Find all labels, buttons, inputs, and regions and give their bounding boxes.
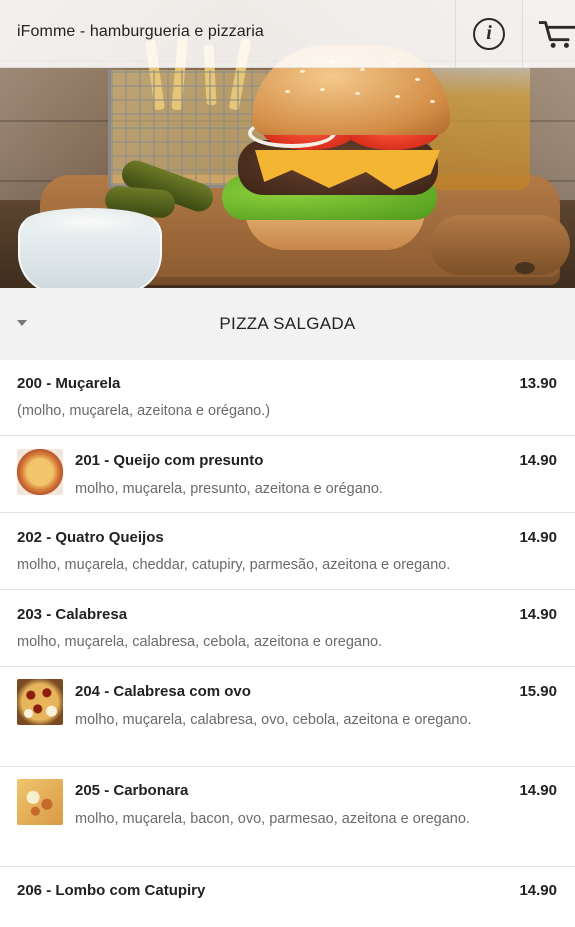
item-title: 206 - Lombo com Catupiry xyxy=(17,882,206,899)
item-description: (molho, muçarela, azeitona e orégano.) xyxy=(17,403,271,419)
menu-item[interactable]: 204 - Calabresa com ovo 15.90 molho, muç… xyxy=(0,667,575,767)
item-price: 14.90 xyxy=(519,782,557,799)
item-title: 202 - Quatro Queijos xyxy=(17,529,164,546)
item-description: molho, muçarela, calabresa, ovo, cebola,… xyxy=(75,712,472,728)
item-price: 13.90 xyxy=(519,375,557,392)
item-title: 203 - Calabresa xyxy=(17,606,128,623)
item-price: 14.90 xyxy=(519,529,557,546)
cart-button[interactable] xyxy=(523,0,575,67)
menu-item[interactable]: 205 - Carbonara 14.90 molho, muçarela, b… xyxy=(0,767,575,867)
pizza-thumbnail xyxy=(17,449,63,495)
category-header[interactable]: PIZZA SALGADA xyxy=(0,288,575,360)
menu-item[interactable]: 201 - Queijo com presunto 14.90 molho, m… xyxy=(0,436,575,513)
item-title: 201 - Queijo com presunto xyxy=(75,452,264,469)
item-price: 14.90 xyxy=(519,606,557,623)
category-title: PIZZA SALGADA xyxy=(219,314,356,333)
item-price: 14.90 xyxy=(519,452,557,469)
cart-icon xyxy=(538,20,575,48)
menu-item[interactable]: 206 - Lombo com Catupiry 14.90 xyxy=(0,867,575,927)
info-icon: i xyxy=(473,17,505,50)
item-price: 14.90 xyxy=(519,882,557,899)
item-description: molho, muçarela, cheddar, catupiry, parm… xyxy=(17,557,451,573)
info-button[interactable]: i xyxy=(456,0,522,67)
menu-item[interactable]: 202 - Quatro Queijos 14.90 molho, muçare… xyxy=(0,513,575,590)
menu-item[interactable]: 200 - Muçarela 13.90 (molho, muçarela, a… xyxy=(0,360,575,436)
item-description: molho, muçarela, bacon, ovo, parmesao, a… xyxy=(75,811,470,827)
app-header: iFomme - hamburgueria e pizzaria i xyxy=(0,0,575,68)
item-description: molho, muçarela, calabresa, cebola, azei… xyxy=(17,634,383,650)
item-price: 15.90 xyxy=(519,683,557,700)
item-title: 200 - Muçarela xyxy=(17,375,121,392)
item-title: 205 - Carbonara xyxy=(75,782,189,799)
app-title: iFomme - hamburgueria e pizzaria xyxy=(17,23,264,40)
menu-item[interactable]: 203 - Calabresa 14.90 molho, muçarela, c… xyxy=(0,590,575,667)
item-description: molho, muçarela, presunto, azeitona e or… xyxy=(75,481,383,497)
menu-item-list: 200 - Muçarela 13.90 (molho, muçarela, a… xyxy=(0,360,575,927)
item-title: 204 - Calabresa com ovo xyxy=(75,683,251,700)
